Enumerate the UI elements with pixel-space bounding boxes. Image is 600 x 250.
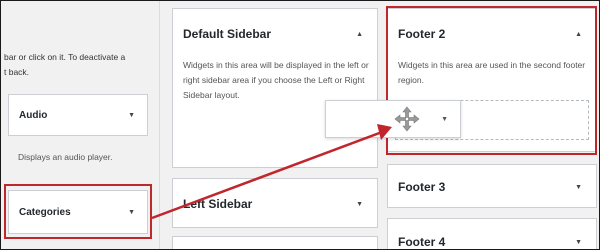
intro-line: bar or click on it. To deactivate a t ba… <box>4 52 126 77</box>
chevron-down-icon[interactable]: ▼ <box>575 239 582 246</box>
chevron-up-icon[interactable]: ▲ <box>356 31 363 38</box>
sidebar-default-description: Widgets in this area will be displayed i… <box>183 60 369 100</box>
chevron-down-icon[interactable]: ▼ <box>356 201 363 208</box>
sidebar-default-title: Default Sidebar <box>183 27 272 41</box>
widget-audio[interactable]: Audio ▼ <box>8 94 148 136</box>
sidebar-left[interactable]: Left Sidebar ▼ <box>172 178 378 228</box>
chevron-down-icon[interactable]: ▼ <box>441 116 448 123</box>
widget-audio-description: Displays an audio player. <box>18 152 113 162</box>
chevron-down-icon[interactable]: ▼ <box>128 112 135 119</box>
dragged-widget[interactable]: ▼ <box>325 100 461 138</box>
sidebar-footer-4-title: Footer 4 <box>398 235 446 249</box>
widget-audio-title: Audio <box>19 109 48 121</box>
available-widgets-intro: bar or click on it. To deactivate a t ba… <box>4 50 154 80</box>
sidebar-next-partial <box>172 236 378 250</box>
chevron-down-icon[interactable]: ▼ <box>575 184 582 191</box>
sidebar-footer-3-title: Footer 3 <box>398 180 446 194</box>
sidebar-footer-3[interactable]: Footer 3 ▼ <box>387 164 597 208</box>
sidebar-left-title: Left Sidebar <box>183 197 253 211</box>
sidebar-default[interactable]: Default Sidebar ▲ Widgets in this area w… <box>172 8 378 168</box>
move-icon[interactable] <box>394 106 420 132</box>
categories-highlight <box>4 184 152 239</box>
sidebar-footer-4[interactable]: Footer 4 ▼ <box>387 218 597 250</box>
